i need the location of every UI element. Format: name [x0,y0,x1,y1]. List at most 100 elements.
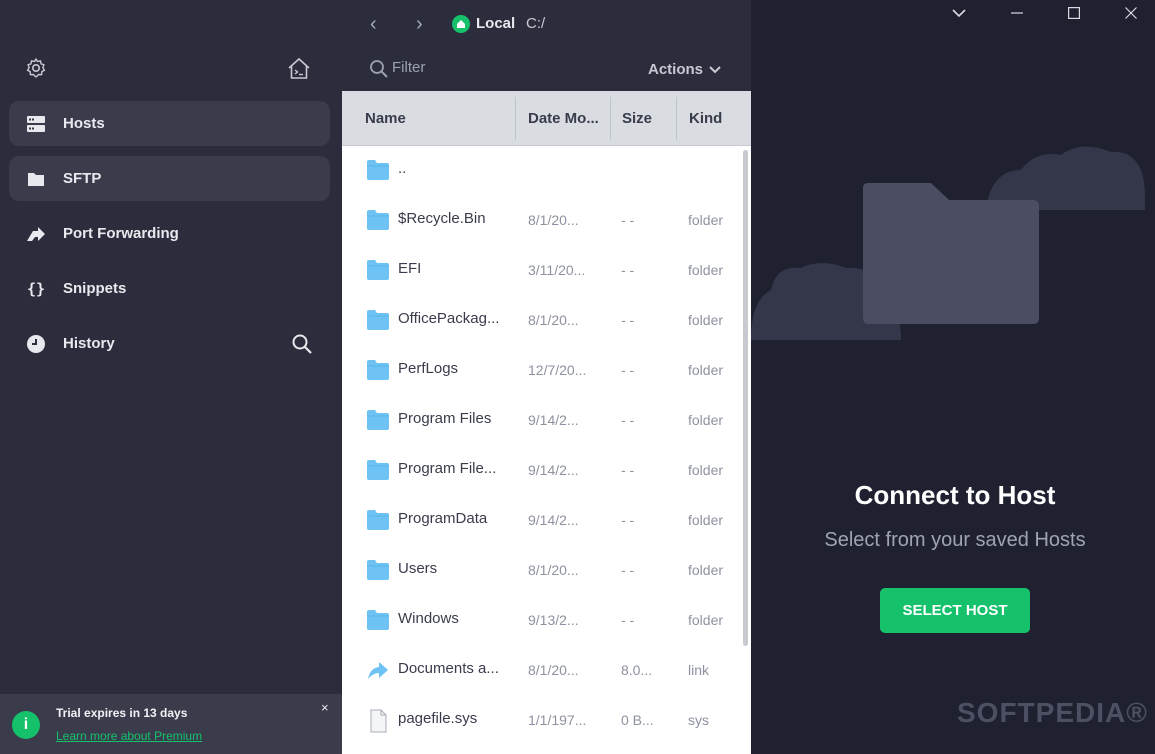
sftp-file-panel: ‹ › Local C:/ Filter Actions Name Date M… [342,0,751,754]
gear-icon[interactable] [24,56,48,80]
file-date: 1/1/197... [528,712,587,728]
file-date: 8/1/20... [528,312,579,328]
folder-icon [366,559,390,581]
file-row[interactable]: Program Files 9/14/2... - - folder [342,396,742,446]
search-icon [369,59,389,79]
forward-icon[interactable]: › [416,13,423,36]
file-kind: folder [688,462,724,478]
file-date: 9/13/2... [528,612,579,628]
column-name[interactable]: Name [365,91,406,146]
file-kind: link [688,662,710,678]
file-row[interactable]: Program File... 9/14/2... - - folder [342,446,742,496]
select-host-button[interactable]: SELECT HOST [880,588,1030,633]
actions-label: Actions [648,61,704,78]
file-row[interactable]: Windows 9/13/2... - - folder [342,596,742,646]
file-row[interactable]: PerfLogs 12/7/20... - - folder [342,346,742,396]
file-date: 12/7/20... [528,362,587,378]
folder-icon [366,209,390,231]
column-date[interactable]: Date Mo... [528,91,599,146]
column-size[interactable]: Size [622,91,652,146]
folder-icon [366,409,390,431]
file-panel-toolbar: ‹ › Local C:/ Filter Actions [342,0,751,91]
file-size: - - [621,262,635,278]
folder-icon [366,159,390,181]
trial-banner [0,694,342,754]
file-kind: folder [688,212,724,228]
file-row[interactable]: pagefile.sys 1/1/197... 0 B... sys [342,696,742,746]
file-size: - - [621,412,635,428]
file-name: ProgramData [398,510,488,527]
file-size: 8.0... [621,662,653,678]
scrollbar[interactable] [743,150,748,646]
file-name: pagefile.sys [398,710,478,727]
local-home-icon [452,15,470,33]
file-kind: folder [688,612,724,628]
file-name: Users [398,560,438,577]
server-icon [24,112,48,136]
file-kind: folder [688,262,724,278]
connect-title: Connect to Host [854,480,1056,510]
premium-link[interactable]: Learn more about Premium [56,729,202,743]
sidebar-item-label: Port Forwarding [63,225,179,242]
column-divider[interactable] [515,97,516,140]
sidebar-item-hosts[interactable]: Hosts [9,101,330,146]
file-size: - - [621,312,635,328]
sidebar: Hosts SFTP Port Forwarding {} Snippets H… [0,0,342,754]
file-row[interactable]: .. [342,146,742,196]
file-kind: folder [688,562,724,578]
file-row[interactable]: OfficePackag... 8/1/20... - - folder [342,296,742,346]
file-row[interactable]: Documents a... 8/1/20... 8.0... link [342,646,742,696]
folder-icon [366,259,390,281]
file-row[interactable]: Users 8/1/20... - - folder [342,546,742,596]
file-row[interactable]: $Recycle.Bin 8/1/20... - - folder [342,196,742,246]
current-path[interactable]: C:/ [526,15,545,32]
file-name: $Recycle.Bin [398,210,486,227]
file-row[interactable]: EFI 3/11/20... - - folder [342,246,742,296]
actions-menu[interactable]: Actions [648,61,721,78]
sidebar-item-label: Hosts [63,115,105,132]
file-name: OfficePackag... [398,310,500,327]
sidebar-item-snippets[interactable]: {} Snippets [9,266,330,311]
file-date: 8/1/20... [528,212,579,228]
sidebar-item-port-forwarding[interactable]: Port Forwarding [9,211,330,256]
file-date: 3/11/20... [528,262,586,278]
filter-input[interactable]: Filter [392,59,425,76]
folder-icon [366,459,390,481]
file-name: EFI [398,260,422,277]
search-icon[interactable] [290,332,314,356]
file-date: 9/14/2... [528,462,579,478]
file-kind: folder [688,412,724,428]
connect-panel: Connect to Host Select from your saved H… [751,0,1155,754]
cloud-folder-illustration [751,146,1146,340]
file-date: 9/14/2... [528,512,579,528]
chevron-down-icon[interactable] [944,2,974,24]
file-size: - - [621,462,635,478]
file-size: - - [621,512,635,528]
home-terminal-icon[interactable] [286,56,312,82]
sidebar-item-sftp[interactable]: SFTP [9,156,330,201]
file-icon [366,709,390,733]
close-icon[interactable]: × [321,700,329,715]
file-size: - - [621,362,635,378]
file-name: Program File... [398,460,497,477]
file-row[interactable]: ProgramData 9/14/2... - - folder [342,496,742,546]
file-date: 8/1/20... [528,562,579,578]
minimize-icon[interactable] [1002,2,1032,24]
file-size: 0 B... [621,712,654,728]
maximize-icon[interactable] [1059,2,1089,24]
folder-icon [366,309,390,331]
sidebar-item-history[interactable]: History [9,321,330,366]
file-kind: sys [688,712,709,728]
connect-subtitle: Select from your saved Hosts [824,529,1086,551]
column-kind[interactable]: Kind [689,91,722,146]
file-date: 9/14/2... [528,412,579,428]
location-label[interactable]: Local [476,15,515,32]
column-divider[interactable] [676,97,677,140]
folder-icon [24,167,48,191]
back-icon[interactable]: ‹ [370,13,377,36]
column-divider[interactable] [610,97,611,140]
folder-icon [366,509,390,531]
trial-text: Trial expires in 13 days [56,706,188,720]
close-icon[interactable] [1116,2,1146,24]
file-name: .. [398,160,407,177]
